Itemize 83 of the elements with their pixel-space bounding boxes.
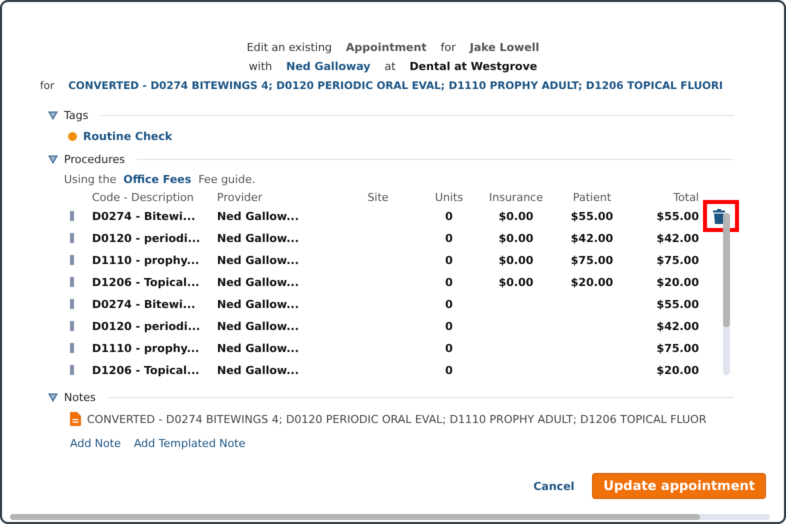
expanded-triangle-icon[interactable]	[48, 154, 58, 164]
row-handle[interactable]	[70, 233, 74, 243]
table-cell-text: $75.00	[656, 254, 699, 266]
table-cell-text: D1110 - prophy...	[92, 254, 200, 266]
vertical-scrollbar[interactable]	[723, 213, 730, 375]
header-text: Jake Lowell	[470, 41, 540, 54]
table-cell-text: 0	[444, 364, 454, 376]
table-cell-text: 0	[444, 298, 454, 310]
column-header: Units	[434, 190, 464, 204]
column-header: Insurance	[488, 190, 544, 204]
table-cell-text: 0	[444, 210, 454, 222]
row-handle[interactable]	[70, 211, 74, 221]
section-title: Notes	[64, 390, 96, 404]
table-cell-text: 0	[444, 320, 454, 332]
row-handle[interactable]	[70, 343, 74, 353]
header-text: at	[384, 60, 396, 73]
tag-link[interactable]: Routine Check	[83, 130, 172, 142]
table-cell-text: Ned Gallow...	[217, 298, 300, 310]
table-cell-text: $0.00	[498, 210, 534, 222]
table-cell-text: $0.00	[498, 254, 534, 266]
column-header: Code - Description	[92, 190, 195, 204]
row-handle[interactable]	[70, 255, 74, 265]
header-text: Appointment	[346, 41, 427, 54]
table-cell-text: 0	[444, 232, 454, 244]
table-cell-text: Ned Gallow...	[217, 276, 300, 288]
table-cell-text: $55.00	[570, 210, 614, 222]
horizontal-scrollbar[interactable]	[10, 514, 770, 520]
row-handle[interactable]	[70, 299, 74, 309]
header-text: Dental at Westgrove	[410, 60, 538, 73]
table-cell-text: Ned Gallow...	[217, 254, 300, 266]
section-title: Tags	[64, 108, 88, 122]
table-cell-text: Ned Gallow...	[217, 210, 300, 222]
table-cell-text: $20.00	[656, 364, 699, 376]
add-note-link[interactable]: Add Note	[70, 436, 121, 450]
row-handle[interactable]	[70, 365, 74, 375]
table-cell-text: $42.00	[656, 320, 699, 332]
document-icon	[70, 412, 81, 426]
note-text: CONVERTED - D0274 BITEWINGS 4; D0120 PERIODIC ORAL EVAL; D1110 PROPHY ADULT; D1206 TOPICAL FLUOR	[87, 412, 706, 426]
table-cell-text: Ned Gallow...	[217, 342, 300, 354]
expanded-triangle-icon[interactable]	[48, 110, 58, 120]
table-cell-text: $42.00	[570, 232, 614, 244]
table-cell-text: D0274 - Bitewi...	[92, 298, 196, 310]
column-header: Provider	[217, 190, 264, 204]
table-cell-text: D0120 - periodi...	[92, 232, 202, 244]
fee-prefix: Using the	[64, 172, 116, 186]
table-cell-text: Ned Gallow...	[217, 364, 300, 376]
table-cell-text: Ned Gallow...	[217, 320, 300, 332]
table-cell-text: $20.00	[570, 276, 614, 288]
table-cell-text: $0.00	[498, 232, 534, 244]
fee-guide-link[interactable]: Office Fees	[123, 172, 192, 186]
section-title: Procedures	[64, 152, 125, 166]
header-text: with	[248, 60, 272, 73]
table-cell-text: $75.00	[656, 342, 699, 354]
fee-suffix: Fee guide.	[198, 172, 256, 186]
table-cell-text: $55.00	[656, 210, 699, 222]
header-link[interactable]: CONVERTED - D0274 BITEWINGS 4; D0120 PERIODIC ORAL EVAL; D1110 PROPHY ADULT; D1206 TOPICAL FLUORI	[68, 80, 723, 92]
table-cell-text: 0	[444, 254, 454, 266]
table-cell-text: $20.00	[656, 276, 699, 288]
table-cell-text: D1206 - Topical...	[92, 276, 200, 288]
expanded-triangle-icon[interactable]	[48, 392, 58, 402]
column-header: Total	[672, 190, 699, 204]
header-link[interactable]: Ned Galloway	[286, 60, 370, 73]
table-cell-text: D1206 - Topical...	[92, 364, 200, 376]
column-header: Patient	[572, 190, 612, 204]
table-cell-text: D0120 - periodi...	[92, 320, 202, 332]
table-cell-text: D0274 - Bitewi...	[92, 210, 196, 222]
table-cell-text: 0	[444, 342, 454, 354]
table-cell-text: $0.00	[498, 276, 534, 288]
table-cell-text: D1110 - prophy...	[92, 342, 200, 354]
table-cell-text: $75.00	[570, 254, 614, 266]
header-text: for	[440, 41, 456, 54]
cancel-button[interactable]: Cancel	[533, 480, 574, 492]
header-text: Edit an existing	[246, 41, 332, 54]
row-handle[interactable]	[70, 321, 74, 331]
table-cell-text: Ned Gallow...	[217, 232, 300, 244]
table-cell-text: 0	[444, 276, 454, 288]
header-text: for	[40, 80, 54, 92]
trash-icon[interactable]	[713, 208, 725, 224]
table-cell-text: $55.00	[656, 298, 699, 310]
column-header: Site	[366, 190, 390, 204]
table-cell-text: $42.00	[656, 232, 699, 244]
add-note-link[interactable]: Add Templated Note	[134, 436, 246, 450]
row-handle[interactable]	[70, 277, 74, 287]
